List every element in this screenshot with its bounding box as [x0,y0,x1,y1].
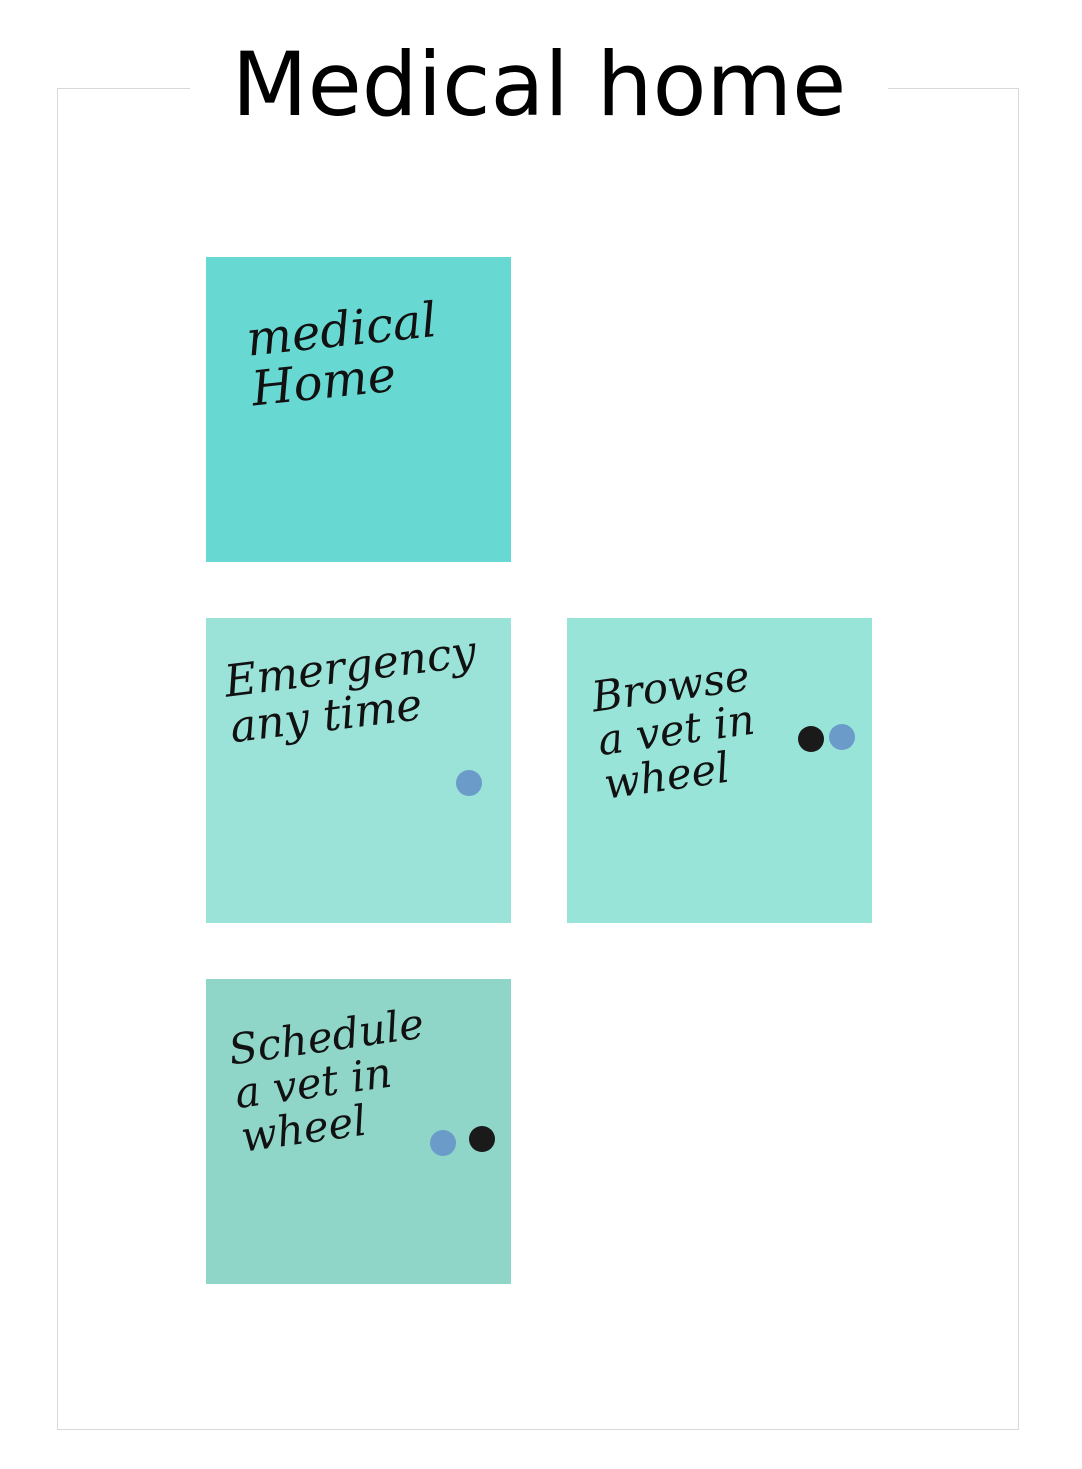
vote-dot-black [469,1126,495,1152]
sticky-note-emergency-any-time[interactable]: Emergency any time [206,618,511,923]
vote-dot-blue [829,724,855,750]
sticky-note-text: Browse a vet in wheel [588,650,758,809]
sticky-note-browse-vet[interactable]: Browse a vet in wheel [567,618,872,923]
sticky-note-text: medical Home [243,292,440,418]
vote-dot-blue [430,1130,456,1156]
vote-dot-blue [456,770,482,796]
sticky-note-medical-home[interactable]: medical Home [206,257,511,562]
vote-dot-black [798,726,824,752]
board-frame [57,88,1019,1430]
page-title: Medical home [190,30,888,140]
sticky-note-text: Emergency any time [221,626,479,754]
sticky-note-text: Schedule a vet in wheel [225,998,427,1162]
sticky-note-schedule-vet[interactable]: Schedule a vet in wheel [206,979,511,1284]
